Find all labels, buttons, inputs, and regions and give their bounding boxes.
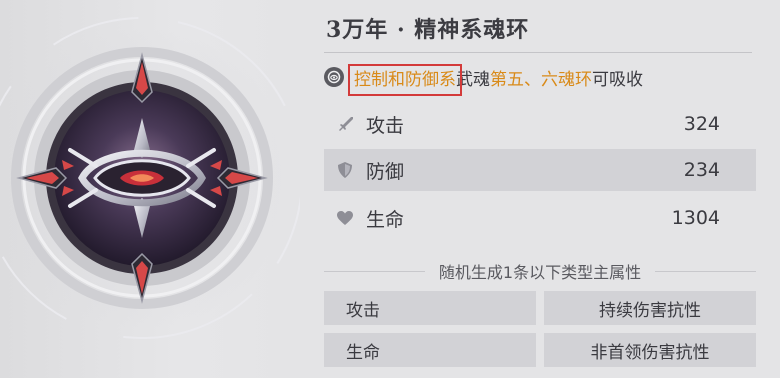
absorb-ring-slots: 第五、六魂环 [490, 69, 592, 90]
shield-icon [334, 159, 356, 181]
stat-row-health: 生命 1304 [324, 197, 756, 239]
absorb-condition: 控制和防御系武魂第五、六魂环可吸收 [324, 62, 643, 96]
stat-row-defense: 防御 234 [324, 149, 756, 191]
stat-value: 324 [683, 113, 720, 135]
stat-label: 生命 [366, 208, 405, 231]
header-divider-right [655, 270, 756, 272]
random-attribute-title: 随机生成1条以下类型主属性 [438, 263, 642, 282]
absorb-mid-text: 武魂 [456, 69, 490, 90]
absorb-text: 控制和防御系武魂第五、六魂环可吸收 [348, 63, 643, 96]
stat-row-attack: 攻击 324 [324, 103, 756, 145]
spirit-ring-icon [324, 67, 344, 87]
absorb-suffix: 可吸收 [592, 69, 643, 90]
soul-ring-emblem-icon [0, 17, 300, 339]
soul-ring-detail-panel: 3万年 · 精神系魂环 控制和防御系武魂第五、六魂环可吸收 攻击 324 防御 … [300, 0, 780, 378]
stat-label: 攻击 [366, 114, 405, 137]
random-attr-cell: 生命 [324, 333, 536, 367]
random-attr-cell: 攻击 [324, 291, 536, 325]
random-attribute-header: 随机生成1条以下类型主属性 [324, 256, 756, 286]
random-attr-cell: 非首领伤害抗性 [544, 333, 756, 367]
header-divider-left [324, 270, 425, 272]
sword-icon [334, 113, 356, 135]
stat-value: 234 [683, 159, 720, 181]
title-divider [324, 52, 752, 53]
ring-title: 3万年 · 精神系魂环 [326, 17, 530, 43]
soul-ring-emblem-panel [0, 0, 300, 378]
random-attr-cell: 持续伤害抗性 [544, 291, 756, 325]
stat-label: 防御 [366, 160, 405, 183]
absorb-martial-soul-type: 控制和防御系 [348, 63, 462, 96]
stat-value: 1304 [671, 207, 720, 229]
heart-icon [334, 207, 356, 229]
